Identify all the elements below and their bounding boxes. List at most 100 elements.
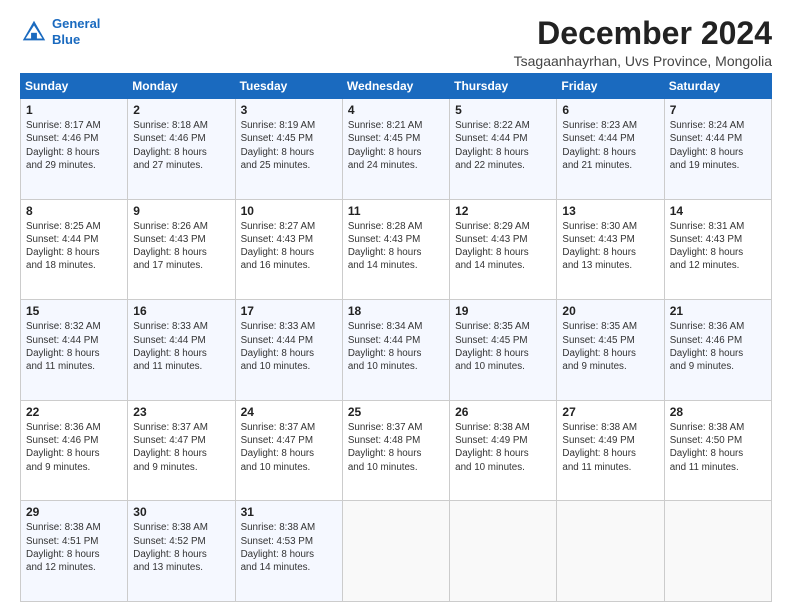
cell-details: Sunrise: 8:21 AMSunset: 4:45 PMDaylight:… — [348, 119, 444, 172]
calendar-week-5: 29 Sunrise: 8:38 AMSunset: 4:51 PMDayligh… — [21, 501, 772, 602]
day-number: 4 — [348, 103, 444, 117]
calendar-cell: 17 Sunrise: 8:33 AMSunset: 4:44 PMDayligh… — [235, 300, 342, 401]
day-number: 6 — [562, 103, 658, 117]
calendar-cell: 12 Sunrise: 8:29 AMSunset: 4:43 PMDayligh… — [450, 199, 557, 300]
cell-details: Sunrise: 8:34 AMSunset: 4:44 PMDaylight:… — [348, 320, 444, 373]
day-number: 28 — [670, 405, 766, 419]
title-block: December 2024 Tsagaanhayrhan, Uvs Provin… — [514, 16, 772, 69]
day-number: 26 — [455, 405, 551, 419]
header: General Blue December 2024 Tsagaanhayrha… — [20, 16, 772, 69]
calendar-cell: 28 Sunrise: 8:38 AMSunset: 4:50 PMDayligh… — [664, 400, 771, 501]
calendar-cell — [664, 501, 771, 602]
day-number: 10 — [241, 204, 337, 218]
calendar-week-3: 15Sunrise: 8:32 AMSunset: 4:44 PMDayligh… — [21, 300, 772, 401]
cell-details: Sunrise: 8:38 AMSunset: 4:50 PMDaylight:… — [670, 421, 766, 474]
cell-details: Sunrise: 8:30 AMSunset: 4:43 PMDaylight:… — [562, 220, 658, 273]
day-number: 25 — [348, 405, 444, 419]
main-title: December 2024 — [514, 16, 772, 51]
calendar-cell: 27 Sunrise: 8:38 AMSunset: 4:49 PMDayligh… — [557, 400, 664, 501]
cell-details: Sunrise: 8:38 AMSunset: 4:49 PMDaylight:… — [455, 421, 551, 474]
cell-details: Sunrise: 8:36 AMSunset: 4:46 PMDaylight:… — [670, 320, 766, 373]
calendar-cell: 26 Sunrise: 8:38 AMSunset: 4:49 PMDayligh… — [450, 400, 557, 501]
day-number: 15 — [26, 304, 122, 318]
calendar-cell — [342, 501, 449, 602]
cell-details: Sunrise: 8:17 AMSunset: 4:46 PMDaylight:… — [26, 119, 122, 172]
calendar-cell: 8 Sunrise: 8:25 AMSunset: 4:44 PMDaylight… — [21, 199, 128, 300]
page: General Blue December 2024 Tsagaanhayrha… — [0, 0, 792, 612]
logo-line1: General — [52, 16, 100, 31]
calendar-cell: 9Sunrise: 8:26 AMSunset: 4:43 PMDaylight… — [128, 199, 235, 300]
calendar-cell — [450, 501, 557, 602]
day-number: 5 — [455, 103, 551, 117]
cell-details: Sunrise: 8:24 AMSunset: 4:44 PMDaylight:… — [670, 119, 766, 172]
cell-details: Sunrise: 8:37 AMSunset: 4:48 PMDaylight:… — [348, 421, 444, 474]
day-number: 1 — [26, 103, 122, 117]
calendar-header-thursday: Thursday — [450, 74, 557, 99]
day-number: 20 — [562, 304, 658, 318]
cell-details: Sunrise: 8:28 AMSunset: 4:43 PMDaylight:… — [348, 220, 444, 273]
calendar-cell — [557, 501, 664, 602]
calendar-header-monday: Monday — [128, 74, 235, 99]
cell-details: Sunrise: 8:38 AMSunset: 4:52 PMDaylight:… — [133, 521, 229, 574]
calendar-cell: 18 Sunrise: 8:34 AMSunset: 4:44 PMDayligh… — [342, 300, 449, 401]
cell-details: Sunrise: 8:38 AMSunset: 4:53 PMDaylight:… — [241, 521, 337, 574]
day-number: 8 — [26, 204, 122, 218]
calendar-cell: 6 Sunrise: 8:23 AMSunset: 4:44 PMDaylight… — [557, 99, 664, 200]
calendar-cell: 4 Sunrise: 8:21 AMSunset: 4:45 PMDaylight… — [342, 99, 449, 200]
cell-details: Sunrise: 8:23 AMSunset: 4:44 PMDaylight:… — [562, 119, 658, 172]
cell-details: Sunrise: 8:38 AMSunset: 4:49 PMDaylight:… — [562, 421, 658, 474]
calendar-header-tuesday: Tuesday — [235, 74, 342, 99]
cell-details: Sunrise: 8:31 AMSunset: 4:43 PMDaylight:… — [670, 220, 766, 273]
logo-line2: Blue — [52, 32, 80, 47]
subtitle: Tsagaanhayrhan, Uvs Province, Mongolia — [514, 53, 772, 69]
day-number: 12 — [455, 204, 551, 218]
calendar-cell: 30Sunrise: 8:38 AMSunset: 4:52 PMDayligh… — [128, 501, 235, 602]
day-number: 21 — [670, 304, 766, 318]
calendar-week-2: 8 Sunrise: 8:25 AMSunset: 4:44 PMDaylight… — [21, 199, 772, 300]
day-number: 22 — [26, 405, 122, 419]
logo: General Blue — [20, 16, 100, 47]
calendar-cell: 5Sunrise: 8:22 AMSunset: 4:44 PMDaylight… — [450, 99, 557, 200]
calendar-cell: 16Sunrise: 8:33 AMSunset: 4:44 PMDayligh… — [128, 300, 235, 401]
calendar-cell: 14Sunrise: 8:31 AMSunset: 4:43 PMDayligh… — [664, 199, 771, 300]
calendar-header-saturday: Saturday — [664, 74, 771, 99]
cell-details: Sunrise: 8:37 AMSunset: 4:47 PMDaylight:… — [241, 421, 337, 474]
day-number: 11 — [348, 204, 444, 218]
calendar-cell: 3 Sunrise: 8:19 AMSunset: 4:45 PMDaylight… — [235, 99, 342, 200]
cell-details: Sunrise: 8:33 AMSunset: 4:44 PMDaylight:… — [241, 320, 337, 373]
cell-details: Sunrise: 8:19 AMSunset: 4:45 PMDaylight:… — [241, 119, 337, 172]
day-number: 17 — [241, 304, 337, 318]
day-number: 13 — [562, 204, 658, 218]
calendar-week-4: 22 Sunrise: 8:36 AMSunset: 4:46 PMDayligh… — [21, 400, 772, 501]
day-number: 31 — [241, 505, 337, 519]
calendar: SundayMondayTuesdayWednesdayThursdayFrid… — [20, 73, 772, 602]
cell-details: Sunrise: 8:38 AMSunset: 4:51 PMDaylight:… — [26, 521, 122, 574]
cell-details: Sunrise: 8:26 AMSunset: 4:43 PMDaylight:… — [133, 220, 229, 273]
calendar-header-sunday: Sunday — [21, 74, 128, 99]
cell-details: Sunrise: 8:37 AMSunset: 4:47 PMDaylight:… — [133, 421, 229, 474]
day-number: 18 — [348, 304, 444, 318]
calendar-header-friday: Friday — [557, 74, 664, 99]
day-number: 24 — [241, 405, 337, 419]
cell-details: Sunrise: 8:29 AMSunset: 4:43 PMDaylight:… — [455, 220, 551, 273]
cell-details: Sunrise: 8:33 AMSunset: 4:44 PMDaylight:… — [133, 320, 229, 373]
cell-details: Sunrise: 8:35 AMSunset: 4:45 PMDaylight:… — [562, 320, 658, 373]
calendar-cell: 22 Sunrise: 8:36 AMSunset: 4:46 PMDayligh… — [21, 400, 128, 501]
cell-details: Sunrise: 8:35 AMSunset: 4:45 PMDaylight:… — [455, 320, 551, 373]
cell-details: Sunrise: 8:25 AMSunset: 4:44 PMDaylight:… — [26, 220, 122, 273]
logo-icon — [20, 18, 48, 46]
cell-details: Sunrise: 8:36 AMSunset: 4:46 PMDaylight:… — [26, 421, 122, 474]
calendar-cell: 20 Sunrise: 8:35 AMSunset: 4:45 PMDayligh… — [557, 300, 664, 401]
cell-details: Sunrise: 8:27 AMSunset: 4:43 PMDaylight:… — [241, 220, 337, 273]
calendar-header-wednesday: Wednesday — [342, 74, 449, 99]
day-number: 27 — [562, 405, 658, 419]
day-number: 19 — [455, 304, 551, 318]
day-number: 7 — [670, 103, 766, 117]
day-number: 3 — [241, 103, 337, 117]
logo-text: General Blue — [52, 16, 100, 47]
day-number: 23 — [133, 405, 229, 419]
calendar-cell: 21 Sunrise: 8:36 AMSunset: 4:46 PMDayligh… — [664, 300, 771, 401]
calendar-cell: 1 Sunrise: 8:17 AMSunset: 4:46 PMDaylight… — [21, 99, 128, 200]
calendar-header-row: SundayMondayTuesdayWednesdayThursdayFrid… — [21, 74, 772, 99]
day-number: 29 — [26, 505, 122, 519]
